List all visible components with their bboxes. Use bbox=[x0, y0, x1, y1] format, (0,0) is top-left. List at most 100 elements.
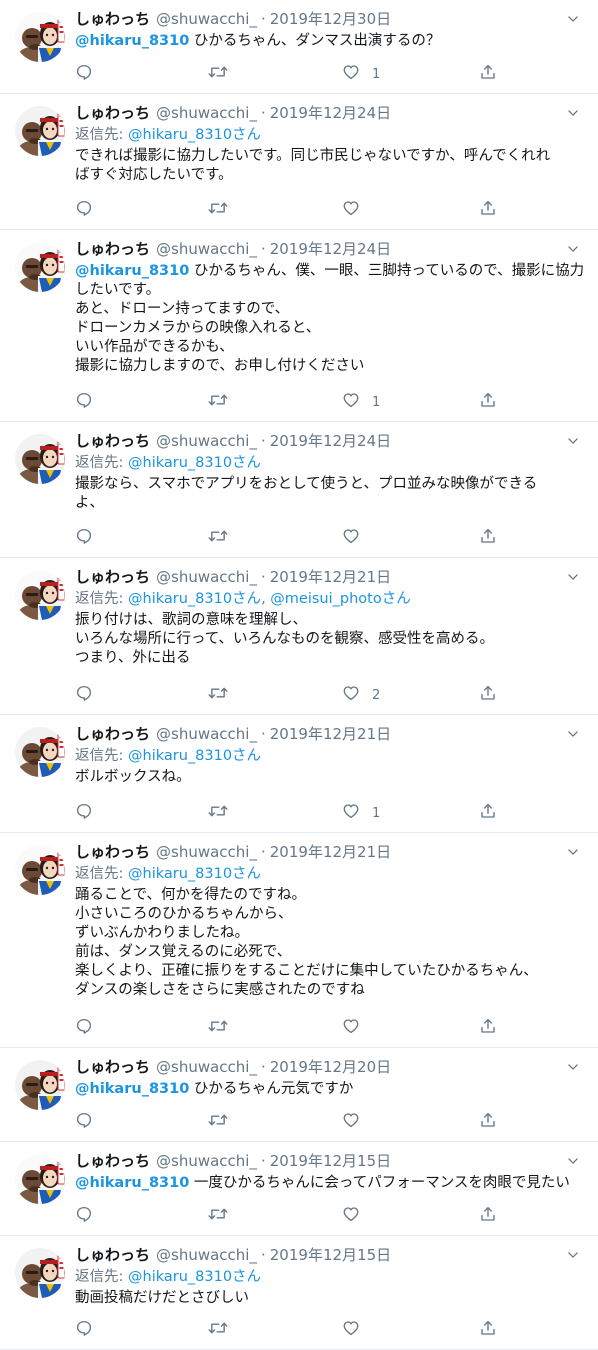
username[interactable]: @shuwacchi_ bbox=[156, 1152, 257, 1170]
reply-to-link[interactable]: @hikaru_8310さん bbox=[128, 591, 261, 607]
avatar[interactable] bbox=[15, 1060, 65, 1110]
retweet-button[interactable] bbox=[208, 200, 228, 220]
tweet[interactable]: しゅわっち @shuwacchi_ · 2019年12月21日 返信先: @hikaru… bbox=[0, 558, 598, 715]
chevron-down-icon[interactable] bbox=[566, 1244, 580, 1266]
avatar[interactable] bbox=[15, 570, 65, 620]
username[interactable]: @shuwacchi_ bbox=[156, 843, 257, 861]
display-name[interactable]: しゅわっち bbox=[75, 843, 150, 861]
reply-button[interactable] bbox=[75, 1112, 93, 1132]
chevron-down-icon[interactable] bbox=[566, 723, 580, 745]
like-button[interactable] bbox=[342, 1018, 360, 1038]
display-name[interactable]: しゅわっち bbox=[75, 1058, 150, 1076]
username[interactable]: @shuwacchi_ bbox=[156, 240, 257, 258]
reply-button[interactable] bbox=[75, 200, 93, 220]
like-button[interactable] bbox=[342, 1320, 360, 1340]
timestamp[interactable]: 2019年12月15日 bbox=[270, 1246, 391, 1264]
tweet[interactable]: しゅわっち @shuwacchi_ · 2019年12月21日 返信先: @hikaru… bbox=[0, 715, 598, 833]
timestamp[interactable]: 2019年12月24日 bbox=[270, 240, 391, 258]
display-name[interactable]: しゅわっち bbox=[75, 1152, 150, 1170]
like-button[interactable] bbox=[342, 1206, 360, 1226]
reply-button[interactable] bbox=[75, 1206, 93, 1226]
chevron-down-icon[interactable] bbox=[566, 430, 580, 452]
retweet-button[interactable] bbox=[208, 392, 228, 412]
mention-link[interactable]: @hikaru_8310 bbox=[75, 1081, 189, 1097]
avatar[interactable] bbox=[15, 845, 65, 895]
reply-button[interactable] bbox=[75, 64, 93, 84]
retweet-button[interactable] bbox=[208, 64, 228, 84]
timestamp[interactable]: 2019年12月21日 bbox=[270, 843, 391, 861]
display-name[interactable]: しゅわっち bbox=[75, 568, 150, 586]
like-button[interactable] bbox=[342, 528, 360, 548]
retweet-button[interactable] bbox=[208, 1112, 228, 1132]
reply-button[interactable] bbox=[75, 1320, 93, 1340]
retweet-button[interactable] bbox=[208, 1018, 228, 1038]
retweet-button[interactable] bbox=[208, 803, 228, 823]
reply-to-link[interactable]: @hikaru_8310さん bbox=[128, 127, 261, 143]
username[interactable]: @shuwacchi_ bbox=[156, 432, 257, 450]
mention-link[interactable]: @hikaru_8310 bbox=[75, 263, 189, 279]
username[interactable]: @shuwacchi_ bbox=[156, 10, 257, 28]
tweet[interactable]: しゅわっち @shuwacchi_ · 2019年12月24日 返信先: @hikaru… bbox=[0, 422, 598, 558]
display-name[interactable]: しゅわっち bbox=[75, 432, 150, 450]
tweet[interactable]: しゅわっち @shuwacchi_ · 2019年12月30日 @hikaru_8310… bbox=[0, 0, 598, 94]
display-name[interactable]: しゅわっち bbox=[75, 1246, 150, 1264]
chevron-down-icon[interactable] bbox=[566, 238, 580, 260]
avatar[interactable] bbox=[15, 727, 65, 777]
retweet-button[interactable] bbox=[208, 1206, 228, 1226]
timestamp[interactable]: 2019年12月20日 bbox=[270, 1058, 391, 1076]
avatar[interactable] bbox=[15, 106, 65, 156]
reply-to-link[interactable]: @hikaru_8310さん bbox=[128, 866, 261, 882]
chevron-down-icon[interactable] bbox=[566, 8, 580, 30]
username[interactable]: @shuwacchi_ bbox=[156, 1058, 257, 1076]
chevron-down-icon[interactable] bbox=[566, 841, 580, 863]
reply-button[interactable] bbox=[75, 685, 93, 705]
chevron-down-icon[interactable] bbox=[566, 566, 580, 588]
chevron-down-icon[interactable] bbox=[566, 1056, 580, 1078]
reply-button[interactable] bbox=[75, 803, 93, 823]
share-button[interactable] bbox=[479, 528, 497, 548]
username[interactable]: @shuwacchi_ bbox=[156, 568, 257, 586]
mention-link[interactable]: @hikaru_8310 bbox=[75, 1175, 189, 1191]
tweet[interactable]: しゅわっち @shuwacchi_ · 2019年12月24日 返信先: @hikaru… bbox=[0, 94, 598, 230]
reply-to-link[interactable]: @hikaru_8310さん bbox=[128, 1269, 261, 1285]
share-button[interactable] bbox=[479, 685, 497, 705]
username[interactable]: @shuwacchi_ bbox=[156, 725, 257, 743]
avatar[interactable] bbox=[15, 242, 65, 292]
timestamp[interactable]: 2019年12月21日 bbox=[270, 725, 391, 743]
like-button[interactable]: 1 bbox=[342, 64, 380, 84]
share-button[interactable] bbox=[479, 1320, 497, 1340]
mention-link[interactable]: @hikaru_8310 bbox=[75, 33, 189, 49]
username[interactable]: @shuwacchi_ bbox=[156, 1246, 257, 1264]
share-button[interactable] bbox=[479, 392, 497, 412]
reply-button[interactable] bbox=[75, 1018, 93, 1038]
retweet-button[interactable] bbox=[208, 528, 228, 548]
tweet[interactable]: しゅわっち @shuwacchi_ · 2019年12月21日 返信先: @hikaru… bbox=[0, 833, 598, 1048]
timestamp[interactable]: 2019年12月30日 bbox=[270, 10, 391, 28]
tweet[interactable]: しゅわっち @shuwacchi_ · 2019年12月20日 @hikaru_8310… bbox=[0, 1048, 598, 1142]
reply-button[interactable] bbox=[75, 392, 93, 412]
reply-to-link[interactable]: @hikaru_8310さん bbox=[128, 455, 261, 471]
share-button[interactable] bbox=[479, 803, 497, 823]
timestamp[interactable]: 2019年12月21日 bbox=[270, 568, 391, 586]
like-button[interactable]: 1 bbox=[342, 392, 380, 412]
like-button[interactable] bbox=[342, 1112, 360, 1132]
tweet[interactable]: しゅわっち @shuwacchi_ · 2019年12月15日 @hikaru_8310… bbox=[0, 1142, 598, 1236]
timestamp[interactable]: 2019年12月15日 bbox=[270, 1152, 391, 1170]
username[interactable]: @shuwacchi_ bbox=[156, 104, 257, 122]
share-button[interactable] bbox=[479, 1018, 497, 1038]
like-button[interactable]: 1 bbox=[342, 803, 380, 823]
like-button[interactable]: 2 bbox=[342, 685, 380, 705]
tweet[interactable]: しゅわっち @shuwacchi_ · 2019年12月24日 @hikaru_8310… bbox=[0, 230, 598, 422]
reply-button[interactable] bbox=[75, 528, 93, 548]
avatar[interactable] bbox=[15, 1154, 65, 1204]
retweet-button[interactable] bbox=[208, 685, 228, 705]
timestamp[interactable]: 2019年12月24日 bbox=[270, 432, 391, 450]
timestamp[interactable]: 2019年12月24日 bbox=[270, 104, 391, 122]
chevron-down-icon[interactable] bbox=[566, 1150, 580, 1172]
share-button[interactable] bbox=[479, 1206, 497, 1226]
share-button[interactable] bbox=[479, 200, 497, 220]
retweet-button[interactable] bbox=[208, 1320, 228, 1340]
reply-to-link[interactable]: @meisui_photoさん bbox=[270, 591, 410, 607]
avatar[interactable] bbox=[15, 1248, 65, 1298]
tweet[interactable]: しゅわっち @shuwacchi_ · 2019年12月15日 返信先: @hikaru… bbox=[0, 1236, 598, 1350]
